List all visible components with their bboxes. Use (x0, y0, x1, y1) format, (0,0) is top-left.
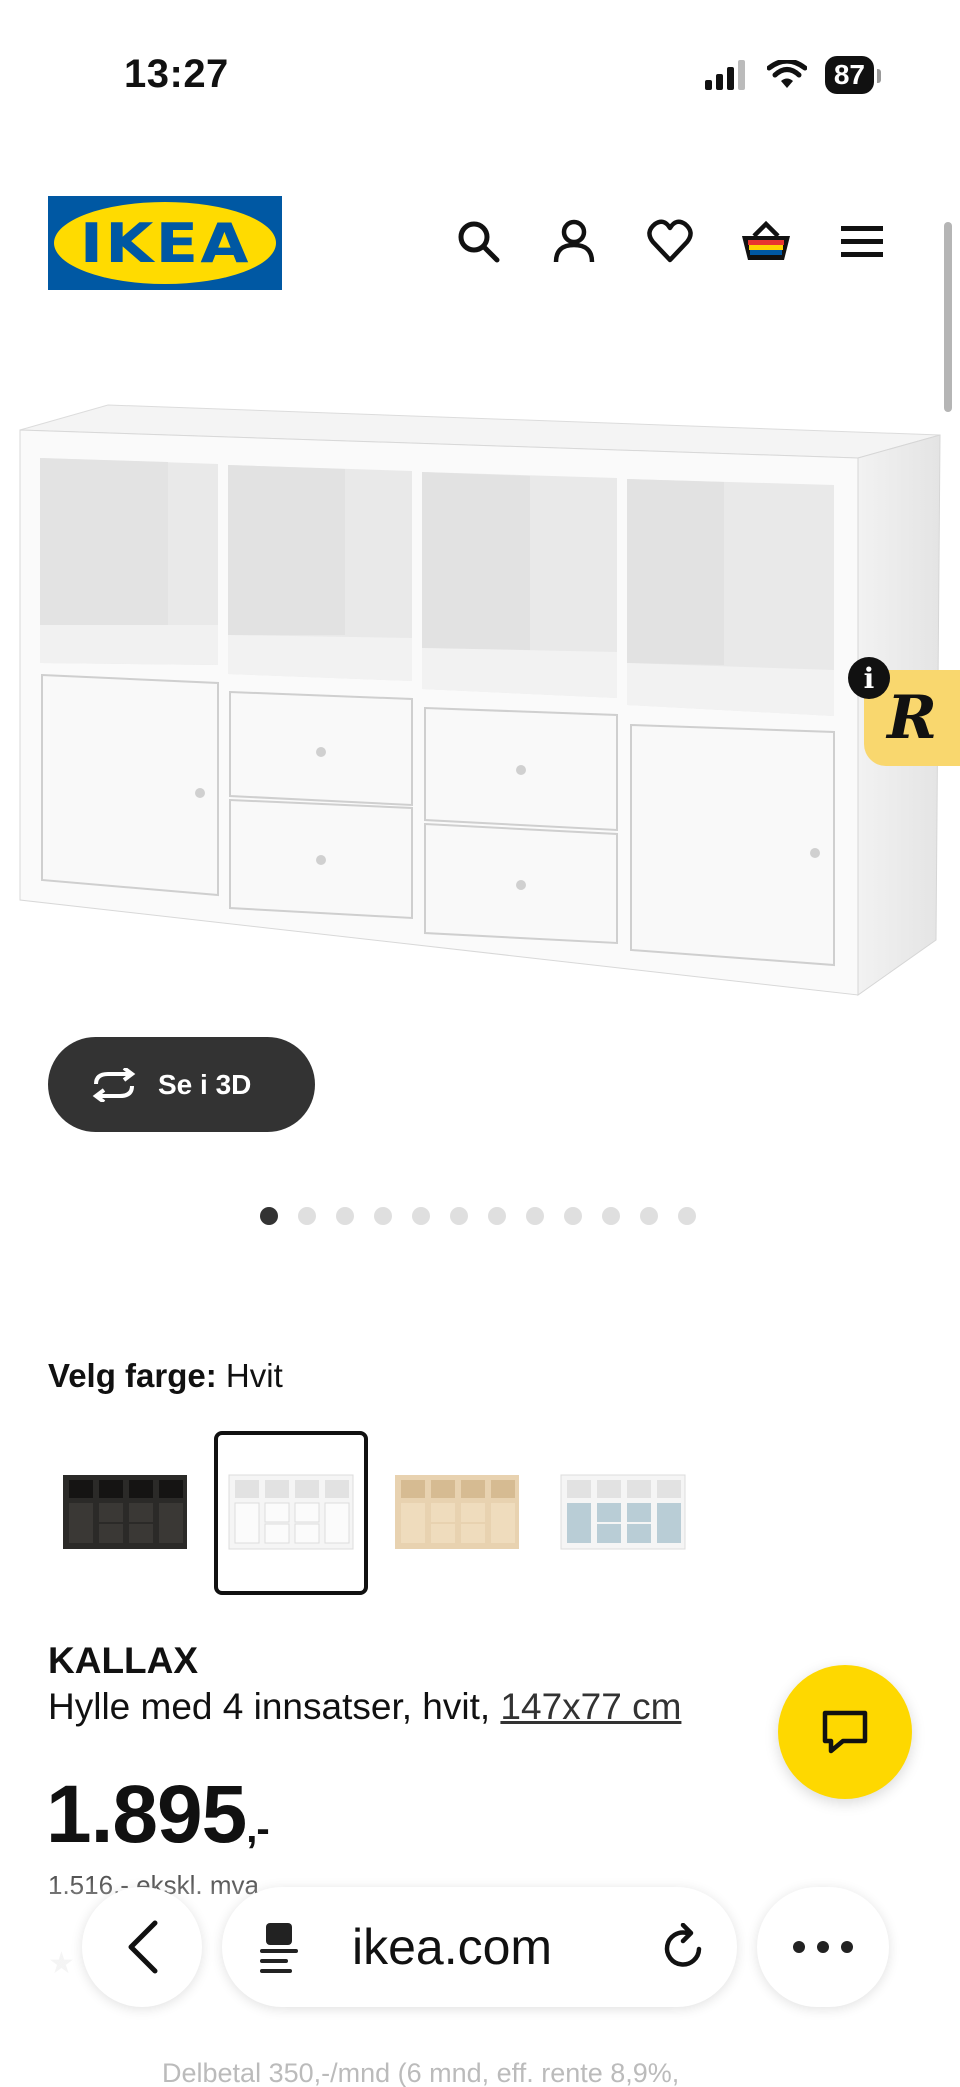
view-3d-button[interactable]: Se i 3D (48, 1037, 315, 1132)
battery-indicator: 87 (824, 56, 882, 94)
product-price: 1.895,- (46, 1768, 270, 1862)
chat-icon (822, 1710, 868, 1754)
rotate-3d-icon (90, 1067, 138, 1102)
carousel-dot[interactable] (450, 1207, 468, 1225)
more-dot (793, 1941, 805, 1953)
carousel-dot[interactable] (374, 1207, 392, 1225)
ikea-logo[interactable]: IKEA (48, 196, 282, 290)
carousel-dot[interactable] (260, 1207, 278, 1225)
product-description-text: Hylle med 4 innsatser, hvit, (48, 1686, 491, 1727)
browser-more-button[interactable] (757, 1887, 889, 2007)
extension-reader-icon[interactable] (254, 1919, 304, 1975)
signal-icon (704, 60, 745, 90)
carousel-dot[interactable] (526, 1207, 544, 1225)
color-selected-value: Hvit (225, 1357, 283, 1394)
browser-back-button[interactable] (82, 1887, 202, 2007)
price-suffix: ,- (246, 1807, 269, 1851)
carousel-dot[interactable] (602, 1207, 620, 1225)
product-description: Hylle med 4 innsatser, hvit, 147x77 cm (48, 1686, 681, 1728)
status-time: 13:27 (124, 52, 229, 96)
product-dimensions-link[interactable]: 147x77 cm (500, 1686, 681, 1727)
heart-icon[interactable] (644, 215, 696, 267)
url-text: ikea.com (352, 1919, 553, 1975)
carousel-dot[interactable] (678, 1207, 696, 1225)
header-actions (452, 215, 888, 267)
swatch-white[interactable] (214, 1431, 368, 1595)
view-3d-label: Se i 3D (158, 1068, 252, 1100)
basket-icon[interactable] (740, 215, 792, 267)
installment-text: Delbetal 350,-/mnd (6 mnd, eff. rente 8,… (162, 2058, 680, 2087)
account-icon[interactable] (548, 215, 600, 267)
swatch-white-oak[interactable] (380, 1431, 534, 1595)
carousel-dots (260, 1207, 696, 1225)
product-name: KALLAX (48, 1640, 199, 1681)
carousel-dot[interactable] (564, 1207, 582, 1225)
color-swatches (48, 1431, 700, 1595)
carousel-dot[interactable] (336, 1207, 354, 1225)
chevron-left-icon (128, 1920, 158, 1974)
more-dot (841, 1941, 853, 1953)
swatch-black-brown[interactable] (48, 1431, 202, 1595)
carousel-dot[interactable] (640, 1207, 658, 1225)
carousel-dot[interactable] (412, 1207, 430, 1225)
product-image[interactable] (0, 380, 960, 1020)
wifi-icon (766, 60, 807, 88)
reload-icon[interactable] (659, 1923, 707, 1973)
address-bar[interactable]: ikea.com (222, 1887, 737, 2007)
more-dot (817, 1941, 829, 1953)
chat-button[interactable] (778, 1665, 912, 1799)
logo-text: IKEA (79, 211, 251, 275)
color-label-title: Velg farge: (48, 1357, 217, 1394)
carousel-dot[interactable] (488, 1207, 506, 1225)
menu-icon[interactable] (836, 215, 888, 267)
color-label: Velg farge: Hvit (48, 1357, 283, 1395)
search-icon[interactable] (452, 215, 504, 267)
price-value: 1.895 (46, 1769, 247, 1860)
status-icons: 87 (703, 56, 882, 94)
info-icon[interactable]: i (848, 657, 890, 699)
carousel-dot[interactable] (298, 1207, 316, 1225)
swatch-white-blue[interactable] (546, 1431, 700, 1595)
